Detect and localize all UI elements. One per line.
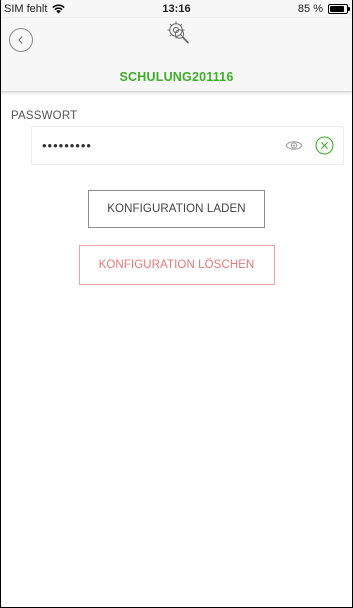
header-bar: SCHULUNG201116 [1, 18, 352, 92]
app-screen: SIM fehlt 13:16 85 % SCHULUNG201116 PASS… [0, 0, 353, 608]
password-label: PASSWORT [11, 110, 78, 122]
status-right: 85 % [297, 3, 350, 15]
password-field[interactable]: ••••••••• [31, 126, 344, 165]
eye-icon[interactable] [285, 139, 303, 152]
battery-icon [328, 4, 350, 14]
back-icon [18, 36, 23, 44]
password-value[interactable]: ••••••••• [42, 138, 92, 153]
status-bar: SIM fehlt 13:16 85 % [1, 0, 352, 18]
battery-percent: 85 % [297, 3, 323, 15]
page-title: SCHULUNG201116 [119, 70, 234, 84]
back-button[interactable] [9, 28, 33, 52]
load-configuration-button[interactable]: KONFIGURATION LADEN [88, 190, 265, 228]
gear-search-icon [167, 21, 190, 44]
clear-icon[interactable] [315, 136, 334, 155]
battery-level-fill [330, 6, 344, 12]
delete-configuration-button[interactable]: KONFIGURATION LÖSCHEN [78, 245, 275, 285]
